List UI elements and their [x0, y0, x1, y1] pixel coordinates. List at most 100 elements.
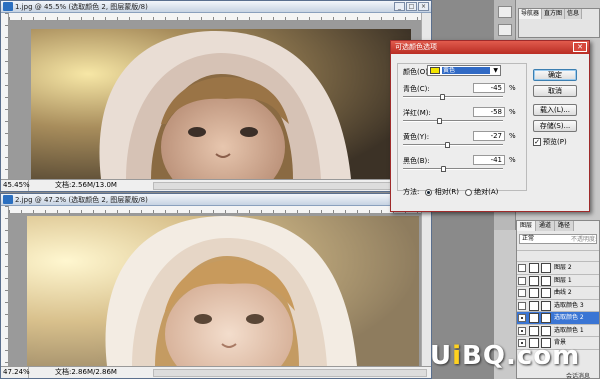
layer-row[interactable]: 图层 2: [517, 262, 599, 275]
layer-name: 选取颜色 3: [554, 301, 584, 309]
preview-label: 预览(P): [543, 138, 567, 146]
layer-name: 选取颜色 2: [554, 314, 584, 321]
black-slider-track[interactable]: [403, 168, 503, 170]
zoom-level[interactable]: 47.24%: [1, 367, 30, 378]
radio-absolute-label: 绝对(A): [474, 188, 499, 196]
tab-histogram[interactable]: 直方图: [542, 9, 566, 19]
layer-mask-thumbnail: [541, 325, 551, 336]
close-icon[interactable]: ✕: [573, 42, 587, 52]
layer-row[interactable]: 选取颜色 3: [517, 300, 599, 312]
cyan-field[interactable]: -45: [473, 83, 505, 93]
preview-checkbox[interactable]: ✓ 预览(P): [533, 137, 567, 147]
color-group: [397, 63, 527, 191]
document-title: 1.jpg @ 45.5% (选取颜色 2, 图层蒙版/8): [15, 3, 148, 11]
maximize-button[interactable]: □: [406, 2, 417, 11]
layer-thumbnail: [529, 300, 539, 311]
photoshop-icon: [3, 195, 13, 204]
layer-mask-thumbnail: [541, 313, 551, 323]
radio-off-icon: [464, 188, 472, 196]
document-window-1: 1.jpg @ 45.5% (选取颜色 2, 图层蒙版/8) _ □ × 45.…: [0, 0, 432, 192]
document-title-bar[interactable]: 1.jpg @ 45.5% (选取颜色 2, 图层蒙版/8) _ □ ×: [1, 1, 431, 13]
tab-info[interactable]: 信息: [565, 9, 583, 19]
method-label: 方法:: [403, 188, 420, 196]
horizontal-ruler: [9, 13, 421, 21]
photoshop-icon: [3, 2, 13, 11]
dock-icon[interactable]: [498, 6, 512, 18]
radio-on-icon: [425, 188, 433, 196]
layer-row[interactable]: 选取颜色 2: [517, 312, 599, 325]
horizontal-ruler: [9, 206, 421, 214]
chevron-down-icon: ▼: [493, 67, 498, 74]
yellow-label: 黄色(Y):: [403, 133, 430, 141]
tab-paths[interactable]: 路径: [555, 221, 575, 231]
document-title-bar[interactable]: 2.jpg @ 47.2% (选取颜色 2, 图层蒙版/8) _ □ ×: [1, 194, 431, 206]
document-info: 文档:2.86M/2.86M: [55, 368, 117, 376]
radio-absolute[interactable]: 绝对(A): [464, 187, 499, 197]
eye-icon[interactable]: [518, 301, 526, 310]
checkbox-checked-icon: ✓: [533, 138, 541, 146]
cyan-slider-thumb[interactable]: [440, 94, 445, 100]
tab-channels[interactable]: 通道: [536, 221, 556, 231]
opacity-label: 不透明度:: [570, 236, 597, 243]
horizontal-scrollbar[interactable]: [153, 181, 427, 190]
horizontal-scrollbar[interactable]: [153, 368, 427, 377]
layer-mask-thumbnail: [541, 300, 551, 311]
layer-name: 图层 1: [554, 276, 572, 284]
eye-icon[interactable]: [518, 314, 526, 322]
cancel-button[interactable]: 取消: [533, 85, 577, 97]
black-label: 黑色(B):: [403, 157, 430, 165]
blend-mode-value: 正常: [522, 235, 535, 242]
tab-layers[interactable]: 图层: [517, 221, 537, 231]
layer-mask-thumbnail: [541, 288, 551, 298]
layer-row[interactable]: 选取颜色 1: [517, 325, 599, 337]
photo-canvas-2[interactable]: [27, 216, 419, 366]
yellow-slider-thumb[interactable]: [445, 142, 450, 148]
cyan-label: 青色(C):: [403, 85, 430, 93]
color-dropdown-value: 黄色: [442, 67, 490, 74]
save-button[interactable]: 存储(S)...: [533, 120, 577, 132]
minimize-button[interactable]: _: [394, 2, 405, 11]
eye-icon[interactable]: [518, 264, 526, 272]
radio-relative-label: 相对(R): [434, 188, 459, 196]
close-button[interactable]: ×: [418, 2, 429, 11]
tab-navigator[interactable]: 导航器: [519, 9, 543, 19]
magenta-field[interactable]: -58: [473, 107, 505, 117]
layer-thumbnail: [529, 325, 539, 336]
yellow-slider-track[interactable]: [403, 144, 503, 146]
zoom-level[interactable]: 45.45%: [1, 180, 30, 191]
photo-canvas-1[interactable]: [31, 29, 411, 179]
magenta-slider-track[interactable]: [403, 120, 503, 122]
layer-row[interactable]: 图层 1: [517, 275, 599, 287]
document-window-2: 2.jpg @ 47.2% (选取颜色 2, 图层蒙版/8) _ □ ×: [0, 193, 432, 379]
dialog-title-bar[interactable]: 可选颜色选项 ✕: [391, 41, 589, 54]
black-field[interactable]: -41: [473, 155, 505, 165]
magenta-slider-thumb[interactable]: [437, 118, 442, 124]
eye-icon[interactable]: [518, 276, 526, 285]
radio-relative[interactable]: 相对(R): [425, 187, 459, 197]
color-dropdown[interactable]: 黄色 ▼: [427, 65, 501, 76]
layer-mask-thumbnail: [541, 275, 551, 286]
layer-name: 选取颜色 1: [554, 326, 584, 334]
footer-text: 会话消息: [566, 373, 591, 379]
document-title: 2.jpg @ 47.2% (选取颜色 2, 图层蒙版/8): [15, 196, 148, 204]
layer-row[interactable]: 曲线 2: [517, 287, 599, 300]
selective-color-dialog: 可选颜色选项 ✕ 颜色(O): 黄色 ▼ 青色(C): -45 % 洋红(M):…: [390, 40, 590, 212]
load-button[interactable]: 载入(L)...: [533, 104, 577, 116]
method-group: 方法: 相对(R) 绝对(A): [403, 187, 498, 197]
eye-icon[interactable]: [518, 326, 526, 335]
dialog-title: 可选颜色选项: [395, 43, 437, 51]
layer-thumbnail: [529, 288, 539, 298]
color-select: 颜色(O): 黄色 ▼: [403, 65, 501, 77]
magenta-label: 洋红(M):: [403, 109, 431, 117]
layer-thumbnail: [529, 263, 539, 273]
ok-button[interactable]: 确定: [533, 69, 577, 81]
eye-icon[interactable]: [518, 289, 526, 297]
navigator-panel: 导航器 直方图 信息: [518, 8, 600, 38]
cyan-slider-track[interactable]: [403, 96, 503, 98]
layer-name: 图层 2: [554, 264, 572, 271]
lock-row: [517, 250, 599, 262]
dock-icon[interactable]: [498, 24, 512, 36]
black-slider-thumb[interactable]: [441, 166, 446, 172]
yellow-field[interactable]: -27: [473, 131, 505, 141]
document-status-bar: 47.24% 文档:2.86M/2.86M: [1, 366, 431, 378]
